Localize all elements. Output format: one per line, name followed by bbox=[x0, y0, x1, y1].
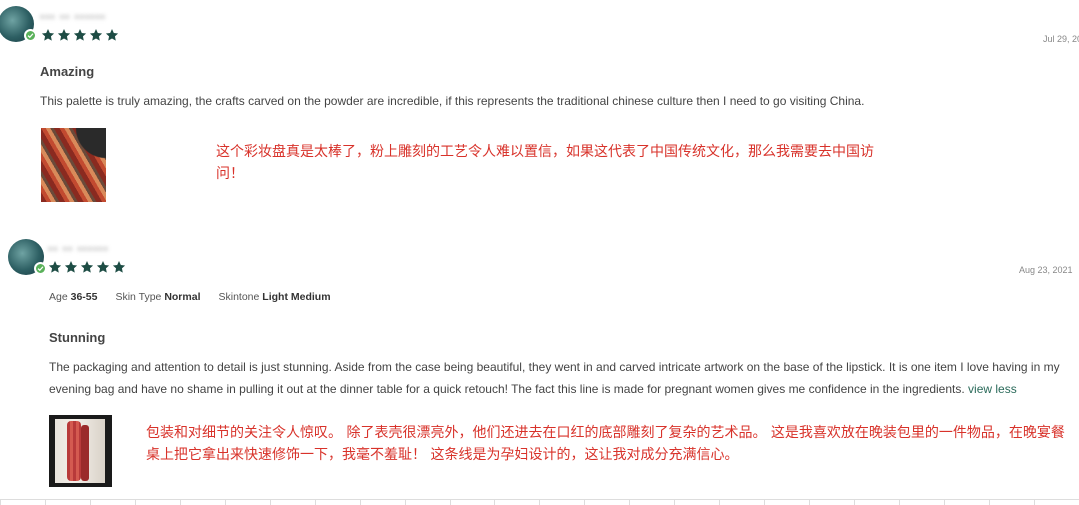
view-less-link[interactable]: view less bbox=[968, 382, 1017, 396]
lipstick-shape bbox=[67, 421, 81, 481]
review-headline: Stunning bbox=[49, 330, 106, 345]
attribute-skintone: Skintone Light Medium bbox=[218, 291, 331, 303]
reviewer-attributes: Age 36-55 Skin Type Normal Skintone Ligh… bbox=[49, 291, 331, 303]
star-icon bbox=[96, 260, 110, 274]
star-icon bbox=[73, 28, 87, 42]
star-icon bbox=[41, 28, 55, 42]
review-date: Aug 23, 2021 bbox=[1019, 265, 1073, 275]
reviewer-name[interactable]: ••• •• •••••• bbox=[40, 10, 106, 24]
review-translation: 这个彩妆盘真是太棒了，粉上雕刻的工艺令人难以置信，如果这代表了中国传统文化，那么… bbox=[216, 144, 874, 182]
review-photo-thumbnail[interactable] bbox=[49, 415, 112, 487]
verified-badge-icon bbox=[24, 29, 37, 42]
star-rating bbox=[41, 28, 119, 42]
reviewer-name[interactable]: •• •• •••••• bbox=[48, 242, 109, 256]
review-photo-thumbnail[interactable] bbox=[41, 128, 106, 202]
verified-badge-icon bbox=[34, 262, 47, 275]
star-icon bbox=[80, 260, 94, 274]
star-icon bbox=[112, 260, 126, 274]
bottom-ruler bbox=[0, 499, 1079, 505]
review-card: •• •• •••••• Aug 23, 2021 Age 36-55 Skin… bbox=[0, 228, 1079, 505]
star-icon bbox=[64, 260, 78, 274]
review-translation: 包装和对细节的关注令人惊叹。 除了表壳很漂亮外，他们还进去在口红的底部雕刻了复杂… bbox=[146, 425, 1065, 463]
star-rating bbox=[48, 260, 126, 274]
review-body: This palette is truly amazing, the craft… bbox=[40, 94, 865, 108]
review-headline: Amazing bbox=[40, 64, 95, 79]
star-icon bbox=[48, 260, 62, 274]
avatar[interactable] bbox=[8, 239, 47, 275]
review-body-container: The packaging and attention to detail is… bbox=[49, 356, 1064, 400]
review-body: The packaging and attention to detail is… bbox=[49, 360, 1060, 396]
attribute-age: Age 36-55 bbox=[49, 291, 98, 303]
star-icon bbox=[105, 28, 119, 42]
review-card: ••• •• •••••• Jul 29, 20 Amazing This pa… bbox=[0, 0, 1079, 222]
star-icon bbox=[89, 28, 103, 42]
attribute-skin-type: Skin Type Normal bbox=[115, 291, 201, 303]
avatar[interactable] bbox=[0, 6, 37, 42]
star-icon bbox=[57, 28, 71, 42]
lipstick-shape bbox=[81, 425, 89, 481]
review-date: Jul 29, 20 bbox=[1043, 34, 1079, 44]
